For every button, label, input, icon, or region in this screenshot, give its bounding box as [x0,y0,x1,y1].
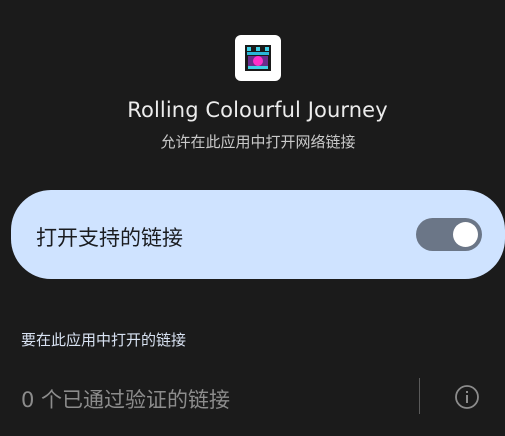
open-by-default-screen: Rolling Colourful Journey 允许在此应用中打开网络链接 … [0,0,505,436]
open-supported-links-label: 打开支持的链接 [36,226,183,250]
app-name: Rolling Colourful Journey [127,98,388,122]
verified-links-row[interactable]: 0 个已通过验证的链接 [0,370,505,422]
info-icon[interactable] [454,384,480,410]
row-divider [419,378,420,414]
open-supported-links-switch[interactable] [416,218,482,251]
links-section-header: 要在此应用中打开的链接 [21,331,187,349]
app-icon [235,35,281,81]
game-castle-icon [245,45,271,71]
switch-knob [453,222,478,247]
verified-links-text: 0 个已通过验证的链接 [21,388,231,412]
open-supported-links-card[interactable]: 打开支持的链接 [11,190,505,279]
app-subtitle: 允许在此应用中打开网络链接 [160,133,356,151]
